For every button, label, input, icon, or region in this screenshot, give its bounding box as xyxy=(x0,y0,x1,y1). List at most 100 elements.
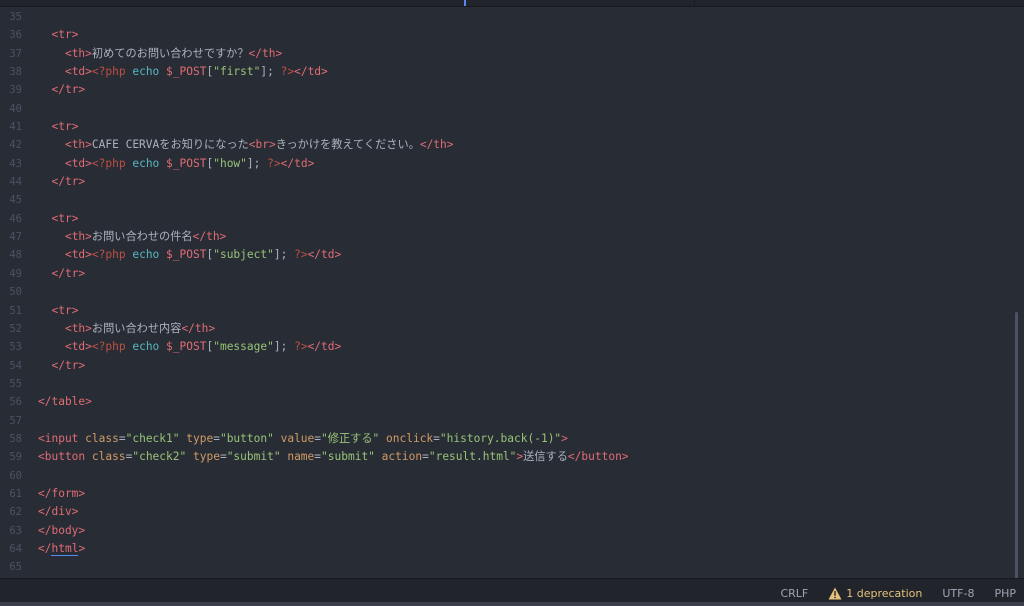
line-ending-indicator[interactable]: CRLF xyxy=(780,587,808,600)
code-token: = xyxy=(422,450,429,464)
code-token: class xyxy=(85,431,119,445)
code-line[interactable]: 52 <th>お問い合わせ内容</th> xyxy=(0,320,1012,338)
line-number: 57 xyxy=(9,414,22,427)
code-line[interactable]: 42 <th>CAFE CERVAをお知りになった<br>きっかけを教えてくださ… xyxy=(0,136,1012,154)
code-token: </div> xyxy=(38,505,79,519)
code-line[interactable]: 63 </body> xyxy=(0,522,1012,540)
code-line[interactable]: 51 <tr> xyxy=(0,302,1012,320)
line-number: 53 xyxy=(9,341,22,354)
code-line[interactable]: 36 <tr> xyxy=(0,26,1012,44)
code-line[interactable]: 64 </html> xyxy=(0,540,1012,558)
code-token: お問い合わせの件名 xyxy=(91,230,193,244)
code-line[interactable]: 65 xyxy=(0,558,1012,576)
code-token: $_POST xyxy=(166,340,207,354)
vertical-scrollbar[interactable] xyxy=(1012,7,1024,580)
code-line[interactable]: 57 xyxy=(0,412,1012,430)
scrollbar-thumb[interactable] xyxy=(1015,312,1018,580)
code-token: <tr> xyxy=(51,303,79,317)
code-line[interactable]: 53 <td><?php echo $_POST["message"]; ?><… xyxy=(0,338,1012,356)
code-line[interactable]: 49 </tr> xyxy=(0,265,1012,283)
code-token: <button xyxy=(38,450,86,464)
line-number: 62 xyxy=(9,506,22,519)
code-line[interactable]: 37 <th>初めてのお問い合わせですか？</th> xyxy=(0,45,1012,63)
code-line[interactable]: 56 </table> xyxy=(0,393,1012,411)
editor-window: 35 36 <tr> 37 <th>初めてのお問い合わせですか？</th> 38 <t… xyxy=(0,0,1024,606)
active-tab-indicator[interactable] xyxy=(464,0,466,6)
grammar-indicator[interactable]: PHP xyxy=(994,587,1016,600)
code-line[interactable]: 45 xyxy=(0,191,1012,209)
code-editor[interactable]: 35 36 <tr> 37 <th>初めてのお問い合わせですか？</th> 38 <t… xyxy=(0,7,1024,578)
code-token: </th> xyxy=(419,138,454,152)
code-line[interactable]: 41 <tr> xyxy=(0,118,1012,136)
code-line[interactable]: 39 </tr> xyxy=(0,81,1012,99)
code-line[interactable]: 43 <td><?php echo $_POST["how"]; ?></td> xyxy=(0,155,1012,173)
line-number: 37 xyxy=(9,47,22,60)
code-line[interactable]: 48 <td><?php echo $_POST["subject"]; ?><… xyxy=(0,246,1012,264)
code-token: きっかけを教えてください。 xyxy=(275,138,420,152)
code-line[interactable]: 58 <input class="check1" type="button" va… xyxy=(0,430,1012,448)
code-token: $_POST xyxy=(166,248,207,262)
code-line[interactable]: 46 <tr> xyxy=(0,210,1012,228)
code-token: </tr> xyxy=(51,358,86,372)
code-line[interactable]: 50 xyxy=(0,283,1012,301)
tab-bar xyxy=(0,0,1024,7)
line-number: 49 xyxy=(9,267,22,280)
code-line[interactable]: 35 xyxy=(0,8,1012,26)
line-number: 50 xyxy=(9,286,22,299)
line-number: 58 xyxy=(9,432,22,445)
code-line[interactable]: 44 </tr> xyxy=(0,173,1012,191)
code-token: <td> xyxy=(64,340,92,354)
code-line[interactable]: 47 <th>お問い合わせの件名</th> xyxy=(0,228,1012,246)
code-line[interactable]: 54 </tr> xyxy=(0,357,1012,375)
code-line[interactable]: 62 </div> xyxy=(0,503,1012,521)
code-token: <th> xyxy=(64,321,92,335)
code-token: "how" xyxy=(213,156,247,170)
line-number: 42 xyxy=(9,139,22,152)
code-token: <td> xyxy=(64,65,92,79)
line-number: 46 xyxy=(9,212,22,225)
code-line[interactable]: 61 </form> xyxy=(0,485,1012,503)
code-line[interactable]: 38 <td><?php echo $_POST["first"]; ?></t… xyxy=(0,63,1012,81)
code-token: "button" xyxy=(219,431,274,445)
code-token: type xyxy=(186,431,214,445)
code-token: </form> xyxy=(38,486,86,500)
code-token: "first" xyxy=(213,65,261,79)
code-token: ]; xyxy=(246,156,261,170)
code-line[interactable]: 60 xyxy=(0,467,1012,485)
deprecation-indicator[interactable]: 1 deprecation xyxy=(828,587,922,600)
code-token: </button> xyxy=(567,450,629,464)
code-token: <td> xyxy=(64,156,92,170)
code-token: <th> xyxy=(64,138,92,152)
code-token: ?> xyxy=(294,248,308,262)
code-token: <?php xyxy=(91,65,126,79)
line-number: 65 xyxy=(9,561,22,574)
code-lines[interactable]: 35 36 <tr> 37 <th>初めてのお問い合わせですか？</th> 38 <t… xyxy=(0,8,1012,577)
code-token: 初めてのお問い合わせですか？ xyxy=(91,46,249,60)
code-line[interactable]: 40 xyxy=(0,100,1012,118)
code-line[interactable]: 55 xyxy=(0,375,1012,393)
code-token: echo xyxy=(132,156,160,170)
code-token: $_POST xyxy=(166,65,207,79)
code-token: "submit" xyxy=(226,450,281,464)
code-token: お問い合わせ内容 xyxy=(91,321,182,335)
line-number: 35 xyxy=(9,11,22,23)
code-token: </td> xyxy=(307,340,342,354)
encoding-indicator[interactable]: UTF-8 xyxy=(942,587,974,600)
code-line[interactable]: 59 <button class="check2" type="submit" n… xyxy=(0,448,1012,466)
code-token: html xyxy=(51,541,79,556)
code-token: <?php xyxy=(91,156,126,170)
code-token: value xyxy=(280,431,315,445)
line-number: 48 xyxy=(9,249,22,262)
code-token: "check2" xyxy=(132,450,187,464)
